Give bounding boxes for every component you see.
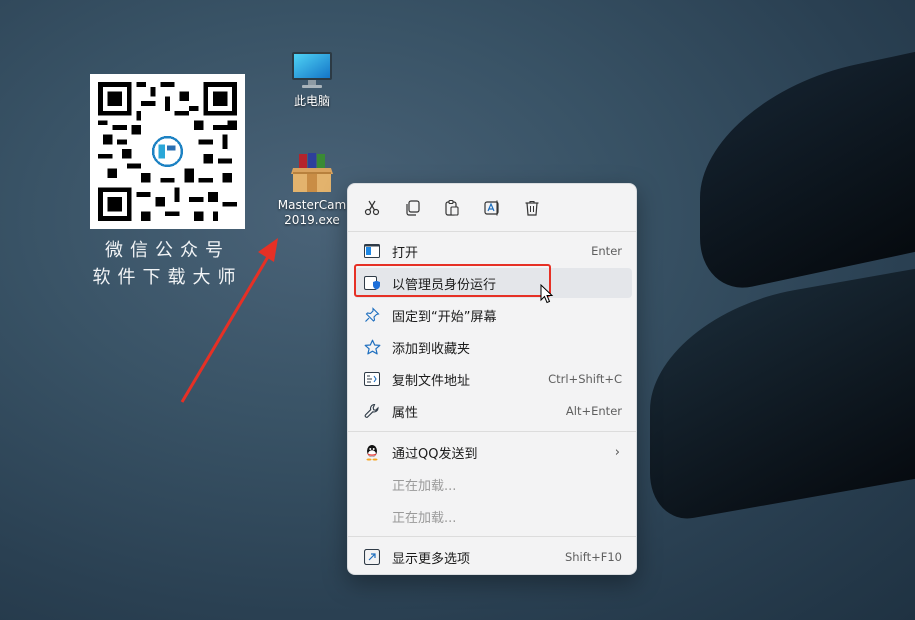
annotation-highlight-box <box>354 264 551 297</box>
annotation-arrow <box>180 238 278 403</box>
rename-button[interactable] <box>480 196 504 220</box>
menu-item-show-more-options[interactable]: 显示更多选项 Shift+F10 <box>354 542 632 572</box>
qq-icon <box>362 442 382 462</box>
open-icon <box>362 241 382 261</box>
paste-icon <box>445 199 459 216</box>
copy-path-icon <box>362 369 382 389</box>
menu-separator <box>348 431 636 432</box>
desktop-icon-label: 此电脑 <box>293 94 330 108</box>
menu-item-pin-to-start[interactable]: 固定到“开始”屏幕 <box>354 300 632 330</box>
wallpaper-shape <box>700 42 915 298</box>
winrar-archive-icon <box>291 153 333 192</box>
menu-separator <box>348 536 636 537</box>
desktop[interactable]: 微信公众号 软件下载大师 此电脑 MasterCam 2019.exe 打开 E… <box>0 0 915 620</box>
desktop-icon-mastercam[interactable]: MasterCam 2019.exe <box>272 152 352 228</box>
mouse-cursor-icon <box>540 284 554 304</box>
pin-icon <box>362 305 382 325</box>
wrench-icon <box>362 401 382 421</box>
wallpaper-shape <box>650 264 915 526</box>
menu-item-loading: 正在加载... <box>392 510 457 526</box>
desktop-icon-this-pc[interactable]: 此电脑 <box>280 50 344 109</box>
menu-item-send-via-qq[interactable]: 通过QQ发送到 › <box>354 437 632 467</box>
qr-code-icon <box>98 82 237 221</box>
menu-item-open[interactable]: 打开 Enter <box>354 236 632 266</box>
menu-item-loading: 正在加载... <box>392 478 457 494</box>
cut-button[interactable] <box>360 196 384 220</box>
context-menu: 打开 Enter 以管理员身份运行 固定到“开始”屏幕 添加到收藏夹 复制文件地… <box>347 183 637 575</box>
delete-button[interactable] <box>520 196 544 220</box>
rename-icon <box>484 200 499 216</box>
chevron-right-icon: › <box>614 444 620 460</box>
cut-icon <box>364 200 380 216</box>
qr-code-image <box>90 74 245 229</box>
delete-icon <box>525 200 539 216</box>
menu-item-copy-path[interactable]: 复制文件地址 Ctrl+Shift+C <box>354 364 632 394</box>
monitor-icon <box>292 52 332 88</box>
copy-icon <box>406 200 420 216</box>
star-icon <box>362 337 382 357</box>
menu-separator <box>348 231 636 232</box>
menu-item-add-to-favorites[interactable]: 添加到收藏夹 <box>354 332 632 362</box>
desktop-icon-label: MasterCam 2019.exe <box>277 198 347 227</box>
context-menu-toolbar <box>348 184 636 230</box>
menu-item-properties[interactable]: 属性 Alt+Enter <box>354 396 632 426</box>
more-options-icon <box>362 547 382 567</box>
paste-button[interactable] <box>440 196 464 220</box>
copy-button[interactable] <box>400 196 424 220</box>
